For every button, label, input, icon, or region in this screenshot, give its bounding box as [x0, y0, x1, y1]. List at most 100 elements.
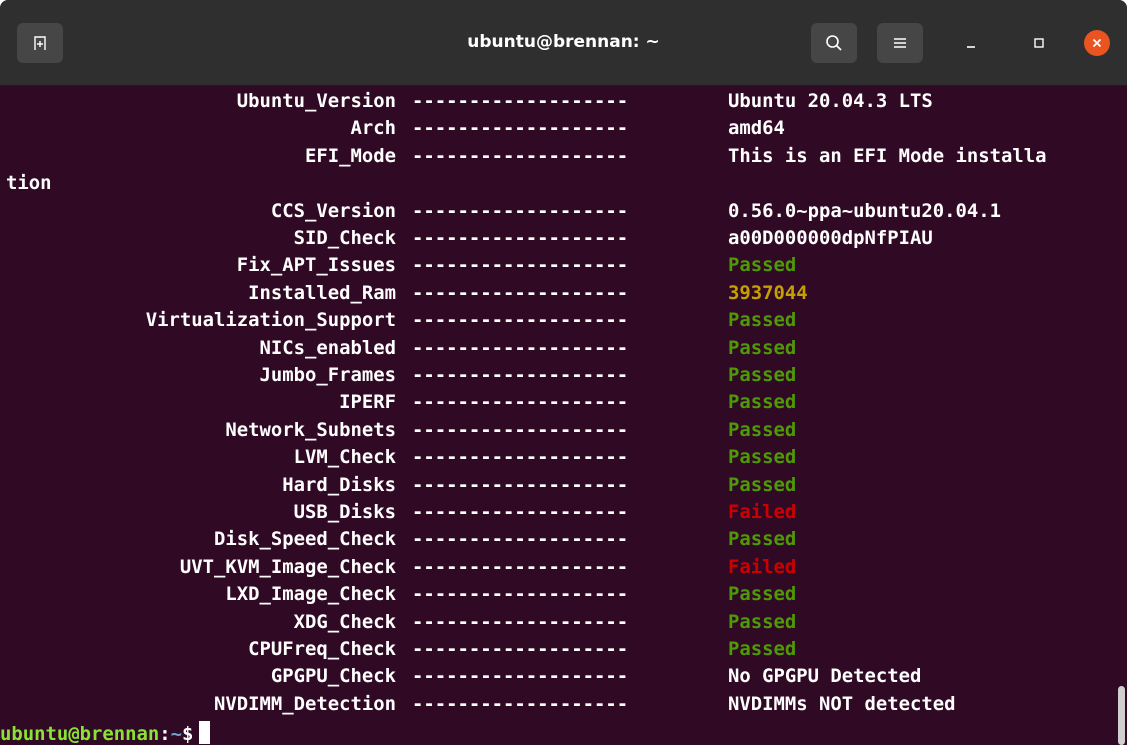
check-value: Passed — [728, 583, 797, 606]
check-row: Jumbo_Frames ------------------- Passed — [0, 362, 1127, 389]
separator-dashes: ------------------- — [412, 555, 629, 578]
check-value: Passed — [728, 418, 797, 441]
menu-button[interactable] — [877, 23, 923, 63]
check-label: Virtualization_Support — [145, 309, 396, 332]
check-row: EFI_Mode ------------------- This is an EF… — [0, 143, 1127, 170]
separator-dashes: ------------------- — [412, 391, 629, 414]
check-label: Jumbo_Frames — [259, 364, 396, 386]
check-value: Ubuntu 20.04.3 LTS — [728, 90, 933, 112]
check-value: NVDIMMs NOT detected — [728, 692, 956, 715]
check-value: 0.56.0~ppa~ubuntu20.04.1 — [728, 199, 1001, 222]
check-label: Installed_Ram — [248, 281, 396, 304]
check-row: CPUFreq_Check ------------------- Passed — [0, 636, 1127, 663]
check-value: amd64 — [728, 117, 785, 140]
maximize-icon — [1034, 38, 1044, 48]
check-label: Disk_Speed_Check — [214, 528, 396, 551]
text-cursor — [199, 721, 211, 744]
check-label: NVDIMM_Detection — [214, 692, 396, 715]
check-row: Installed_Ram ------------------- 3937044 — [0, 280, 1127, 307]
check-label: NICs_enabled — [259, 336, 396, 359]
check-row: LXD_Image_Check ------------------- Passed — [0, 581, 1127, 608]
terminal-output[interactable]: Ubuntu_Version ------------------- Ubuntu … — [0, 86, 1127, 745]
shell-prompt[interactable]: ubuntu@brennan:~$ — [0, 721, 211, 745]
check-row: NICs_enabled ------------------- Passed — [0, 335, 1127, 362]
check-value: 3937044 — [728, 281, 808, 304]
separator-dashes: ------------------- — [412, 583, 629, 606]
check-value: Passed — [728, 391, 797, 414]
check-row: UVT_KVM_Image_Check ------------------- Fa… — [0, 554, 1127, 581]
check-label: Fix_APT_Issues — [236, 254, 396, 277]
check-value: No GPGPU Detected — [728, 665, 922, 688]
separator-dashes: ------------------- — [412, 638, 629, 660]
separator-dashes: ------------------- — [412, 117, 629, 140]
separator-dashes: ------------------- — [412, 90, 629, 112]
check-row: Fix_APT_Issues ------------------- Passed — [0, 252, 1127, 279]
check-value: Passed — [728, 364, 797, 386]
separator-dashes: ------------------- — [412, 418, 629, 441]
separator-dashes: ------------------- — [412, 227, 629, 249]
separator-dashes: ------------------- — [412, 610, 629, 633]
check-label: Ubuntu_Version — [236, 90, 396, 112]
check-label: LXD_Image_Check — [225, 583, 396, 606]
check-row: LVM_Check ------------------- Passed — [0, 444, 1127, 471]
check-value: Passed — [728, 309, 797, 332]
prompt-symbol: $ — [181, 723, 194, 745]
check-label: CPUFreq_Check — [248, 638, 396, 660]
check-label: Network_Subnets — [225, 418, 396, 441]
separator-dashes: ------------------- — [412, 281, 629, 304]
minimize-button[interactable] — [958, 30, 984, 56]
check-row: Disk_Speed_Check ------------------- Passe… — [0, 526, 1127, 553]
check-row: Arch ------------------- amd64 — [0, 115, 1127, 142]
search-button[interactable] — [811, 23, 857, 63]
separator-dashes: ------------------- — [412, 254, 629, 277]
prompt-path: ~ — [170, 723, 182, 745]
check-row: Ubuntu_Version ------------------- Ubuntu … — [0, 88, 1127, 115]
check-value: Failed — [728, 501, 797, 523]
check-label: USB_Disks — [293, 501, 396, 523]
check-row: SID_Check ------------------- a00D000000dp… — [0, 225, 1127, 252]
separator-dashes: ------------------- — [412, 364, 629, 386]
check-value: Passed — [728, 446, 797, 469]
check-label: IPERF — [339, 391, 396, 414]
check-value: Passed — [728, 610, 797, 633]
check-row: NVDIMM_Detection ------------------- NVDIM… — [0, 691, 1127, 718]
separator-dashes: ------------------- — [412, 144, 629, 167]
terminal-window: ubuntu@brennan: ~ Ubuntu_Version -------… — [0, 0, 1127, 745]
check-label: GPGPU_Check — [270, 665, 396, 688]
check-row: USB_Disks ------------------- Failed — [0, 499, 1127, 526]
separator-dashes: ------------------- — [412, 473, 629, 496]
separator-dashes: ------------------- — [412, 528, 629, 551]
check-row: IPERF ------------------- Passed — [0, 389, 1127, 416]
check-row: XDG_Check ------------------- Passed — [0, 609, 1127, 636]
title-bar[interactable]: ubuntu@brennan: ~ — [0, 0, 1127, 86]
separator-dashes: ------------------- — [412, 446, 629, 469]
check-value: Passed — [728, 336, 797, 359]
check-label: LVM_Check — [293, 446, 396, 469]
separator-dashes: ------------------- — [412, 692, 629, 715]
check-value: a00D000000dpNfPIAU — [728, 227, 933, 249]
check-label: Hard_Disks — [282, 473, 396, 496]
separator-dashes: ------------------- — [412, 501, 629, 523]
hamburger-menu-icon — [894, 38, 906, 48]
separator-dashes: ------------------- — [412, 665, 629, 688]
close-icon — [1092, 38, 1102, 48]
wrapped-text: tion — [6, 172, 52, 195]
check-label: Arch — [350, 117, 397, 140]
search-icon — [826, 35, 842, 51]
check-value: Failed — [728, 555, 797, 578]
check-row: CCS_Version ------------------- 0.56.0~ppa… — [0, 198, 1127, 225]
check-value: Passed — [728, 638, 797, 660]
check-label: EFI_Mode — [305, 144, 396, 167]
prompt-user-host: ubuntu@brennan — [0, 723, 160, 745]
check-label: SID_Check — [293, 227, 396, 249]
close-button[interactable] — [1084, 30, 1110, 56]
check-row: GPGPU_Check ------------------- No GPGPU D… — [0, 663, 1127, 690]
check-row: Hard_Disks ------------------- Passed — [0, 472, 1127, 499]
separator-dashes: ------------------- — [412, 199, 629, 222]
separator-dashes: ------------------- — [412, 336, 629, 359]
prompt-colon: : — [159, 723, 171, 745]
check-value: Passed — [728, 473, 797, 496]
check-value: Passed — [728, 254, 797, 277]
scrollbar[interactable] — [1118, 686, 1125, 745]
maximize-button[interactable] — [1026, 30, 1052, 56]
